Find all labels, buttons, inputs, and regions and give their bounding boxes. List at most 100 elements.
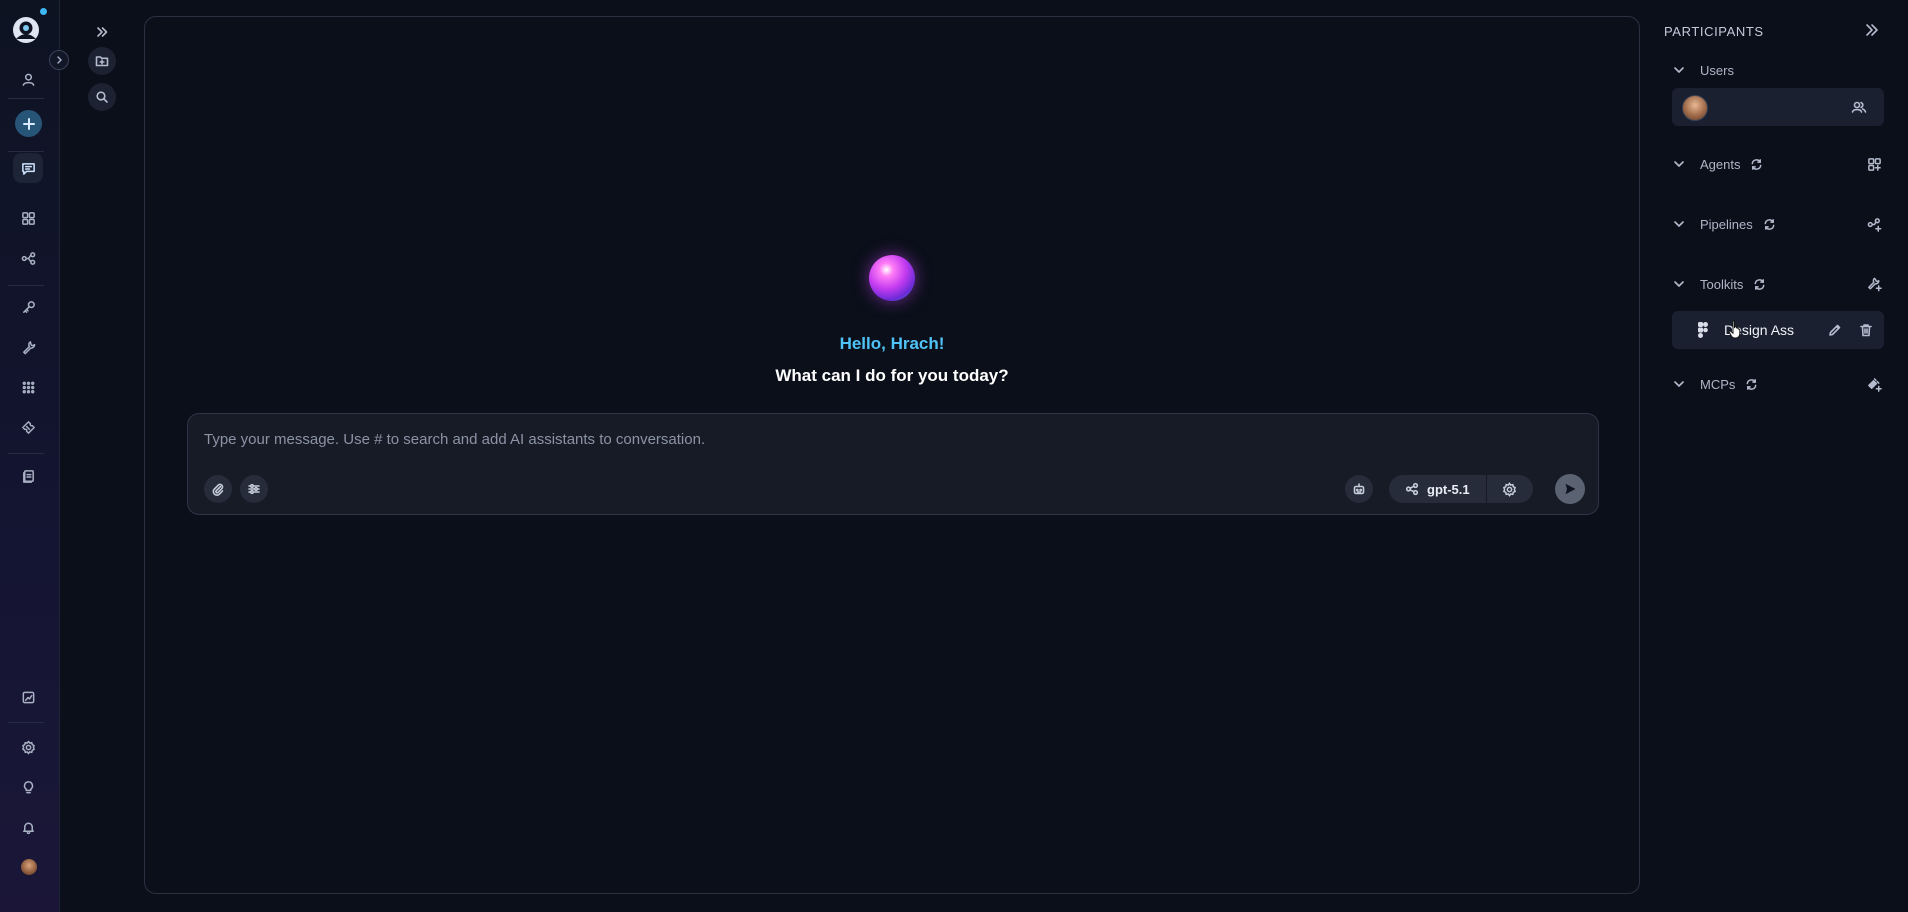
add-mcp-icon[interactable]	[1867, 377, 1882, 392]
bell-icon	[22, 822, 34, 834]
model-selector[interactable]: gpt-5.1	[1389, 475, 1487, 503]
app-logo-icon[interactable]	[11, 15, 41, 45]
chat-panel: Hello, Hrach! What can I do for you toda…	[144, 16, 1640, 894]
gear-icon	[1503, 481, 1517, 497]
rail-profile-button[interactable]	[13, 64, 43, 94]
refresh-icon[interactable]	[1763, 218, 1776, 231]
double-chevron-right-icon	[1866, 24, 1878, 36]
agents-section-header[interactable]: Agents	[1672, 154, 1882, 174]
search-conversations-button[interactable]	[88, 83, 116, 111]
rail-artifacts-button[interactable]	[13, 461, 43, 491]
participants-panel: PARTICIPANTS Users Agents Pipelines Tool…	[1664, 0, 1908, 912]
rail-notifications-button[interactable]	[13, 812, 43, 842]
add-pipeline-icon[interactable]	[1867, 217, 1882, 232]
add-toolkit-icon[interactable]	[1867, 277, 1882, 292]
manage-users-button[interactable]	[1851, 99, 1867, 115]
double-chevron-right-icon	[97, 27, 108, 37]
rail-pipelines-button[interactable]	[13, 243, 43, 273]
add-agent-icon[interactable]	[1867, 157, 1882, 172]
greeting-subtitle: What can I do for you today?	[775, 366, 1009, 385]
message-input[interactable]	[204, 428, 1504, 450]
greeting-text: Hello, Hrach!	[839, 334, 945, 353]
pipelines-section-header[interactable]: Pipelines	[1672, 214, 1882, 234]
toolkit-item[interactable]: Design Ass	[1672, 311, 1884, 349]
mcps-section-header[interactable]: MCPs	[1672, 374, 1882, 394]
rail-divider	[8, 98, 44, 99]
model-name: gpt-5.1	[1427, 481, 1470, 497]
refresh-icon[interactable]	[1753, 278, 1766, 291]
lightbulb-icon	[23, 780, 33, 793]
sliders-icon	[248, 483, 260, 495]
figma-icon	[1698, 322, 1708, 338]
mcps-label: MCPs	[1700, 376, 1736, 392]
paperclip-icon	[212, 483, 224, 496]
mouse-cursor-icon	[1728, 320, 1741, 339]
new-chat-button[interactable]	[15, 110, 42, 137]
avatar[interactable]	[21, 859, 37, 875]
rail-chat-button[interactable]	[13, 153, 43, 183]
rail-divider	[8, 722, 44, 723]
notification-dot	[40, 8, 47, 15]
chevron-down-icon	[1674, 67, 1684, 73]
rail-reports-button[interactable]	[13, 682, 43, 712]
chevron-down-icon	[1674, 281, 1684, 287]
trash-icon	[1860, 324, 1872, 337]
attach-file-button[interactable]	[204, 475, 232, 503]
rail-settings-button[interactable]	[13, 732, 43, 762]
select-agent-button[interactable]	[1345, 475, 1373, 503]
refresh-icon[interactable]	[1750, 158, 1763, 171]
pipelines-label: Pipelines	[1700, 216, 1753, 232]
chevron-right-icon	[57, 56, 62, 64]
dots-grid-icon	[22, 381, 34, 393]
pipeline-icon	[21, 251, 35, 265]
delete-toolkit-button[interactable]	[1858, 322, 1874, 338]
left-rail	[0, 0, 69, 912]
key-icon	[22, 300, 35, 313]
expand-conversations-button[interactable]	[88, 18, 116, 46]
report-icon	[22, 691, 34, 703]
user-icon	[22, 73, 34, 86]
rail-prompts-button[interactable]	[13, 412, 43, 442]
documents-icon	[22, 469, 34, 483]
edit-toolkit-button[interactable]	[1827, 322, 1843, 338]
model-selector-group: gpt-5.1	[1389, 475, 1533, 503]
toolkits-label: Toolkits	[1700, 276, 1744, 292]
rail-marketplace-button[interactable]	[13, 372, 43, 402]
gear-icon	[21, 740, 35, 754]
avatar	[1682, 95, 1708, 121]
chevron-down-icon	[1674, 221, 1684, 227]
refresh-icon[interactable]	[1745, 378, 1758, 391]
users-section-header[interactable]: Users	[1672, 60, 1882, 80]
send-button[interactable]	[1555, 474, 1585, 504]
message-composer: gpt-5.1	[187, 413, 1599, 515]
folder-plus-icon	[95, 56, 109, 67]
pencil-icon	[1829, 324, 1841, 336]
conversation-settings-button[interactable]	[240, 475, 268, 503]
wrench-icon	[22, 340, 35, 354]
rail-toolkits-button[interactable]	[13, 332, 43, 362]
new-folder-button[interactable]	[88, 47, 116, 75]
send-icon	[1565, 483, 1576, 495]
rail-divider	[8, 285, 44, 286]
rail-credentials-button[interactable]	[13, 292, 43, 322]
rail-divider	[8, 151, 44, 152]
ticket-icon	[21, 420, 35, 434]
users-icon	[1851, 101, 1867, 113]
toolkits-section-header[interactable]: Toolkits	[1672, 274, 1882, 294]
agents-label: Agents	[1700, 156, 1741, 172]
rail-ideas-button[interactable]	[13, 772, 43, 802]
share-nodes-icon	[1405, 482, 1419, 496]
users-label: Users	[1700, 62, 1734, 78]
collapse-participants-button[interactable]	[1864, 22, 1880, 38]
rail-expand-button[interactable]	[49, 50, 69, 70]
user-card[interactable]	[1672, 88, 1884, 126]
participants-title: PARTICIPANTS	[1664, 24, 1764, 39]
model-settings-button[interactable]	[1487, 475, 1533, 503]
grid-icon	[21, 211, 35, 225]
plus-icon	[22, 117, 35, 130]
search-icon	[96, 91, 108, 103]
rail-divider	[8, 453, 44, 454]
chevron-down-icon	[1674, 381, 1684, 387]
assistant-orb-icon	[869, 255, 915, 301]
rail-apps-button[interactable]	[13, 203, 43, 233]
